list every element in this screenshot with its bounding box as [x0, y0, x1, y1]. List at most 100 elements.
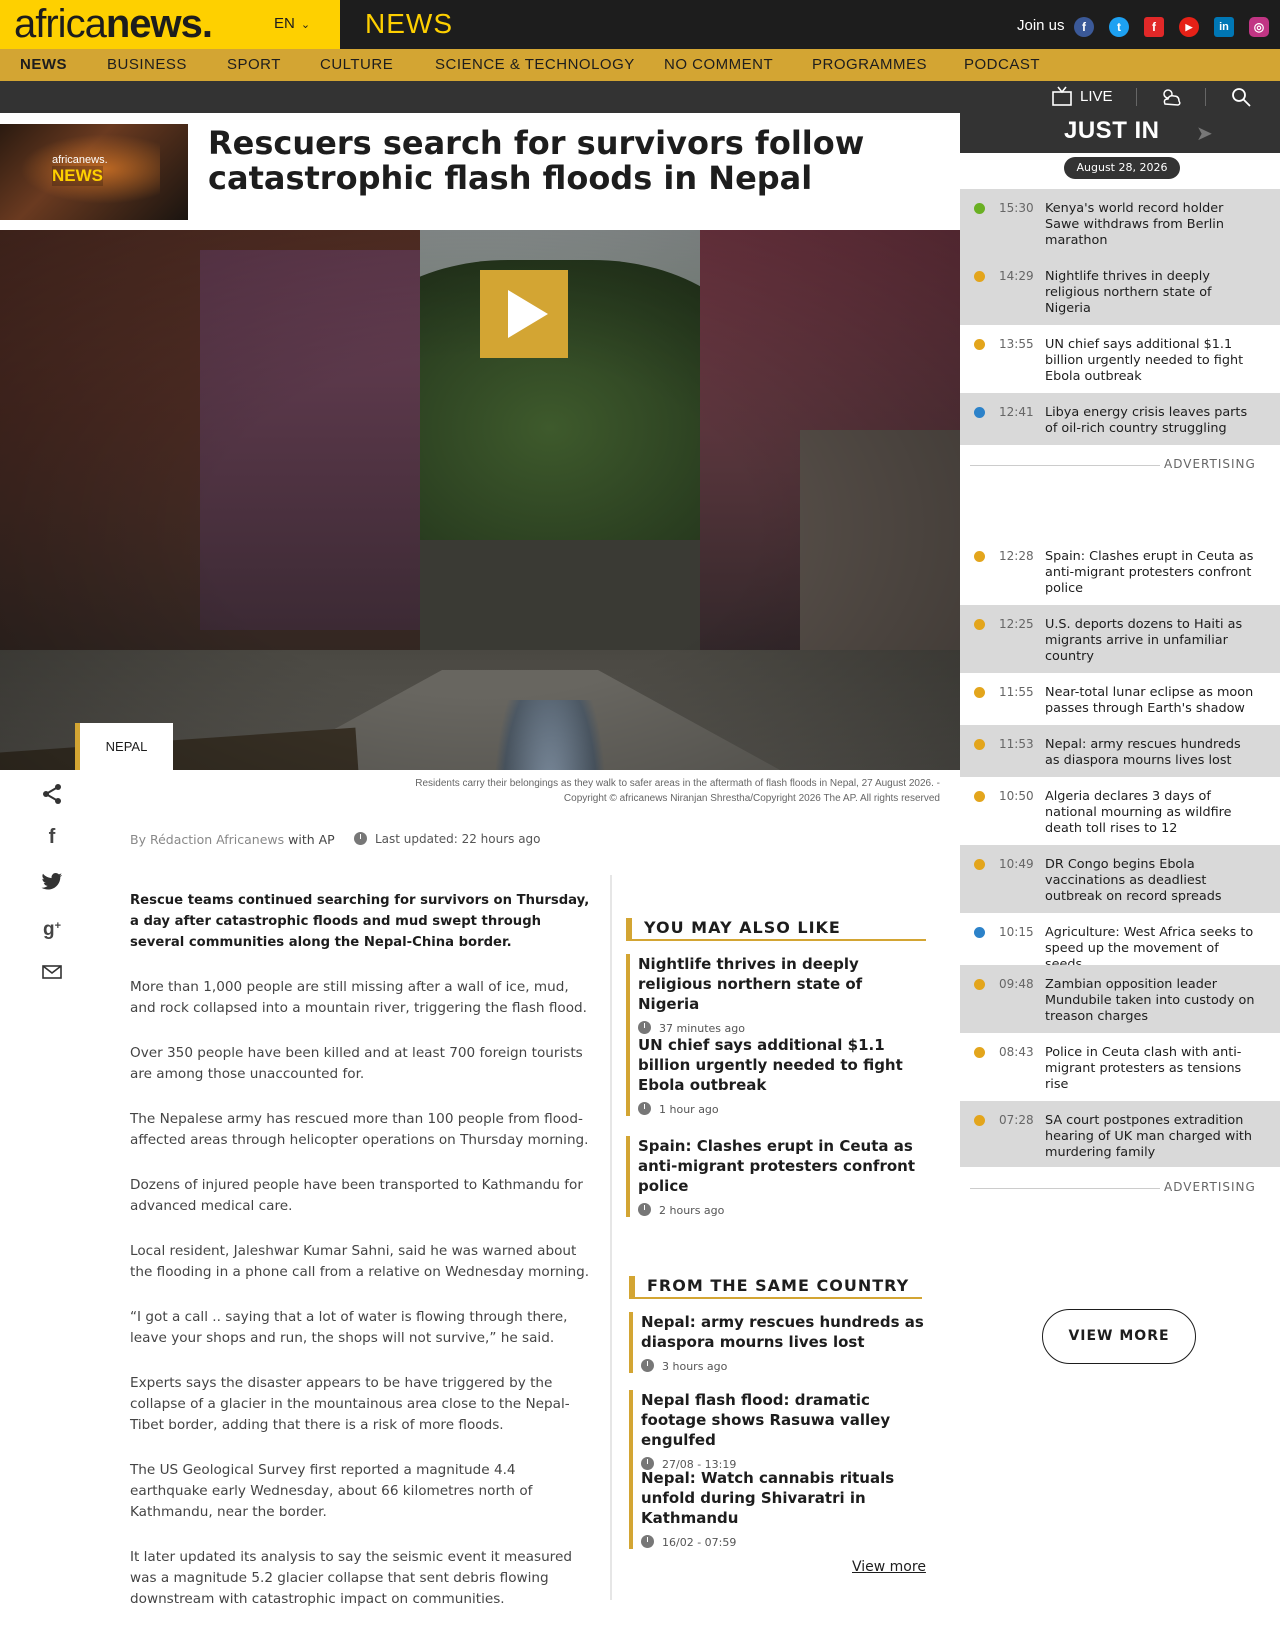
just-in-item[interactable]: 10:49 DR Congo begins Ebola vaccinations… [960, 845, 1280, 913]
just-in-item[interactable]: 07:28 SA court postpones extradition hea… [960, 1101, 1280, 1167]
nav-item-science-technology[interactable]: SCIENCE & TECHNOLOGY [435, 56, 635, 73]
clock-icon [638, 1203, 651, 1216]
author-with: with AP [288, 832, 335, 847]
country-item[interactable]: Nepal: Watch cannabis rituals unfold dur… [629, 1468, 927, 1549]
just-in-time: 09:48 [999, 977, 1034, 991]
related-item[interactable]: UN chief says additional $1.1 billion ur… [626, 1035, 924, 1116]
just-in-item[interactable]: 11:53 Nepal: army rescues hundreds as di… [960, 725, 1280, 777]
article-lead: Rescue teams continued searching for sur… [130, 893, 590, 950]
country-item-title[interactable]: Nepal flash flood: dramatic footage show… [641, 1390, 927, 1450]
clock-icon [638, 1102, 651, 1115]
play-button[interactable] [480, 270, 568, 358]
just-in-item[interactable]: 09:48 Zambian opposition leader Mundubil… [960, 965, 1280, 1033]
just-in-time: 12:25 [999, 617, 1034, 631]
country-item-time-text: 3 hours ago [662, 1360, 728, 1373]
related-title[interactable]: UN chief says additional $1.1 billion ur… [638, 1035, 924, 1095]
just-in-item[interactable]: 12:28 Spain: Clashes erupt in Ceuta as a… [960, 537, 1280, 605]
linkedin-icon[interactable]: in [1214, 17, 1234, 37]
nav-item-podcast[interactable]: PODCAST [964, 56, 1040, 73]
just-in-item[interactable]: 08:43 Police in Ceuta clash with anti-mi… [960, 1033, 1280, 1101]
advertising-label: ADVERTISING [960, 1180, 1280, 1196]
category-dot [974, 203, 985, 214]
country-tag[interactable]: NEPAL [75, 723, 173, 770]
country-item-title[interactable]: Nepal: Watch cannabis rituals unfold dur… [641, 1468, 927, 1528]
related-item[interactable]: Spain: Clashes erupt in Ceuta as anti-mi… [626, 1136, 924, 1217]
language-selector[interactable]: EN ⌄ [274, 15, 310, 32]
country-item-title[interactable]: Nepal: army rescues hundreds as diaspora… [641, 1312, 927, 1352]
just-in-item[interactable]: 15:30 Kenya's world record holder Sawe w… [960, 189, 1280, 257]
just-in-item[interactable]: 10:15 Agriculture: West Africa seeks to … [960, 913, 1280, 972]
just-in-time: 14:29 [999, 269, 1034, 283]
nav-item-business[interactable]: BUSINESS [107, 56, 187, 73]
just-in-time: 11:55 [999, 685, 1034, 699]
just-in-item[interactable]: 10:50 Algeria declares 3 days of nationa… [960, 777, 1280, 845]
article-paragraph: The US Geological Survey first reported … [130, 1462, 533, 1520]
related-title[interactable]: Spain: Clashes erupt in Ceuta as anti-mi… [638, 1136, 924, 1196]
twitter-icon[interactable]: t [1109, 17, 1129, 37]
author-name[interactable]: By Rédaction Africanews [130, 832, 284, 847]
tv-icon[interactable] [1051, 86, 1073, 108]
search-icon[interactable] [1230, 86, 1252, 108]
related-time: 37 minutes ago [638, 1021, 924, 1035]
category-dot [974, 739, 985, 750]
site-logo[interactable]: africanews. [14, 2, 213, 46]
just-in-item[interactable]: 12:41 Libya energy crisis leaves parts o… [960, 393, 1280, 445]
advertising-text: ADVERTISING [1164, 1180, 1256, 1194]
related-time-text: 37 minutes ago [659, 1022, 745, 1035]
related-item[interactable]: Nightlife thrives in deeply religious no… [626, 954, 924, 1035]
advertising-text: ADVERTISING [1164, 457, 1256, 471]
nav-item-sport[interactable]: SPORT [227, 56, 281, 73]
nav-item-news[interactable]: NEWS [20, 56, 67, 73]
byline: By Rédaction Africanews with AP [130, 832, 335, 847]
logo-area: africanews. EN ⌄ [0, 0, 340, 49]
flipboard-icon[interactable]: f [1144, 17, 1164, 37]
country-item-time: 3 hours ago [641, 1359, 927, 1373]
just-in-item[interactable]: 13:55 UN chief says additional $1.1 bill… [960, 325, 1280, 393]
googleplus-share-icon[interactable]: g+ [40, 914, 64, 940]
instagram-icon[interactable]: ◎ [1249, 17, 1269, 37]
clock-icon [354, 832, 367, 845]
category-dot [974, 979, 985, 990]
live-label[interactable]: LIVE [1080, 88, 1113, 105]
weather-icon[interactable] [1160, 86, 1182, 108]
just-in-time: 15:30 [999, 201, 1034, 215]
just-in-item[interactable]: 14:29 Nightlife thrives in deeply religi… [960, 257, 1280, 325]
divider [1205, 88, 1206, 106]
just-in-item[interactable]: 12:25 U.S. deports dozens to Haiti as mi… [960, 605, 1280, 673]
just-in-title[interactable]: JUST IN [1064, 117, 1160, 145]
related-time: 1 hour ago [638, 1102, 924, 1116]
just-in-text: Libya energy crisis leaves parts of oil-… [1045, 405, 1248, 436]
just-in-time: 10:15 [999, 925, 1034, 939]
just-in-item[interactable]: 11:55 Near-total lunar eclipse as moon p… [960, 673, 1280, 725]
twitter-share-icon[interactable] [40, 870, 64, 894]
category-dot [974, 1115, 985, 1126]
related-title[interactable]: Nightlife thrives in deeply religious no… [638, 954, 924, 1014]
main-nav: NEWS BUSINESS SPORT CULTURE SCIENCE & TE… [0, 49, 1280, 81]
nav-item-no-comment[interactable]: NO COMMENT [664, 56, 773, 73]
nav-item-culture[interactable]: CULTURE [320, 56, 393, 73]
view-more-button[interactable]: VIEW MORE [1042, 1309, 1196, 1364]
country-item[interactable]: Nepal flash flood: dramatic footage show… [629, 1390, 927, 1471]
nav-item-programmes[interactable]: PROGRAMMES [812, 56, 927, 73]
country-item[interactable]: Nepal: army rescues hundreds as diaspora… [629, 1312, 927, 1373]
category-dot [974, 619, 985, 630]
just-in-text: Nepal: army rescues hundreds as diaspora… [1045, 737, 1241, 768]
logo-prefix: africa [14, 2, 107, 46]
category-dot [974, 927, 985, 938]
facebook-share-icon[interactable]: f [40, 825, 64, 849]
view-more-link[interactable]: View more [852, 1559, 926, 1575]
language-label: EN [274, 15, 295, 32]
just-in-time: 12:28 [999, 549, 1034, 563]
youtube-icon[interactable]: ▶ [1179, 17, 1199, 37]
share-icon[interactable] [40, 782, 64, 806]
divider [1136, 88, 1137, 106]
country-item-time: 16/02 - 07:59 [641, 1535, 927, 1549]
category-dot [974, 551, 985, 562]
facebook-icon[interactable]: f [1074, 17, 1094, 37]
column-divider [610, 875, 612, 1600]
top-bar: africanews. EN ⌄ NEWS Join us f t f ▶ in … [0, 0, 1280, 49]
arrow-right-icon[interactable]: ➤ [1196, 121, 1213, 145]
join-us-label: Join us [1017, 17, 1065, 34]
email-share-icon[interactable] [40, 960, 64, 984]
advertising-label: ADVERTISING [960, 457, 1280, 473]
